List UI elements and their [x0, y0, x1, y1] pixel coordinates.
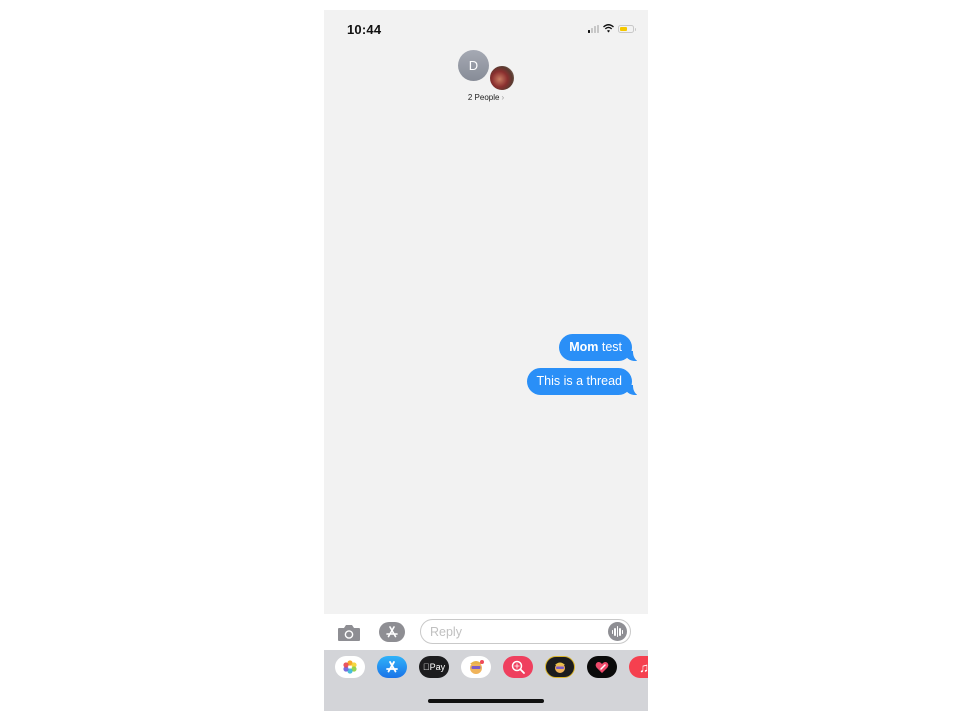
phone-screen: 10:44 D 2 People › Mom test This is a thr…	[324, 10, 648, 711]
group-details-link[interactable]: 2 People ›	[324, 93, 648, 102]
message-bubble[interactable]: Mom test	[559, 334, 643, 362]
battery-icon	[618, 24, 636, 33]
camera-icon[interactable]	[337, 624, 361, 642]
app-store-icon[interactable]	[377, 656, 407, 678]
chevron-right-icon: ›	[501, 93, 505, 102]
photos-icon[interactable]	[335, 656, 365, 678]
reply-field-container	[420, 619, 631, 644]
animoji-icon[interactable]	[545, 656, 575, 678]
music-icon[interactable]: ♫	[629, 656, 648, 678]
status-icons	[588, 24, 636, 33]
apple-pay-icon[interactable]: Pay	[419, 656, 449, 678]
digital-touch-icon[interactable]	[587, 656, 617, 678]
app-store-icon	[386, 626, 398, 638]
avatar-photo[interactable]	[489, 65, 515, 91]
avatar-d[interactable]: D	[458, 50, 489, 81]
message-text: test	[598, 340, 622, 354]
audio-message-button[interactable]	[608, 622, 627, 641]
input-bar	[324, 614, 648, 650]
wifi-icon	[603, 24, 614, 33]
memoji-stickers-icon[interactable]	[461, 656, 491, 678]
status-time: 10:44	[347, 22, 382, 37]
reply-input[interactable]	[430, 623, 600, 640]
message-mention: Mom	[569, 340, 599, 354]
message-text: This is a thread	[536, 374, 622, 388]
cellular-signal-icon	[588, 24, 599, 33]
home-indicator[interactable]	[428, 699, 544, 703]
group-label: 2 People	[467, 93, 500, 102]
app-drawer: Pay ♫	[324, 650, 648, 711]
image-search-icon[interactable]	[503, 656, 533, 678]
app-store-button[interactable]	[379, 622, 405, 642]
message-bubble[interactable]: This is a thread	[526, 368, 643, 396]
